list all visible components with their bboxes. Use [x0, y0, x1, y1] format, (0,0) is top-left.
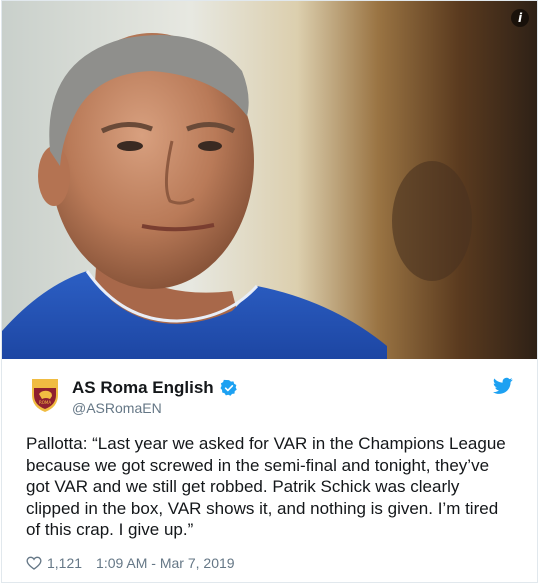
twitter-bird-icon[interactable] — [493, 377, 513, 395]
tweet-photo[interactable]: i — [2, 1, 537, 359]
author-name-text[interactable]: AS Roma English — [72, 378, 214, 398]
tweet-card: i ROMA AS Roma English @ASRomaEN Pallott… — [1, 0, 538, 583]
tweet-footer: 1,121 1:09 AM - Mar 7, 2019 — [26, 553, 235, 573]
photo-illustration — [2, 1, 537, 359]
author-handle[interactable]: @ASRomaEN — [72, 400, 162, 416]
verified-badge-icon — [220, 379, 237, 396]
heart-icon[interactable] — [26, 555, 42, 571]
timestamp[interactable]: 1:09 AM - Mar 7, 2019 — [96, 555, 235, 571]
like-count[interactable]: 1,121 — [47, 555, 82, 571]
info-icon[interactable]: i — [511, 9, 529, 27]
author-name[interactable]: AS Roma English — [72, 378, 238, 398]
avatar[interactable]: ROMA — [30, 377, 60, 413]
tweet-header: ROMA AS Roma English @ASRomaEN — [2, 359, 537, 423]
tweet-text: Pallotta: “Last year we asked for VAR in… — [26, 434, 506, 539]
svg-text:ROMA: ROMA — [39, 400, 51, 405]
